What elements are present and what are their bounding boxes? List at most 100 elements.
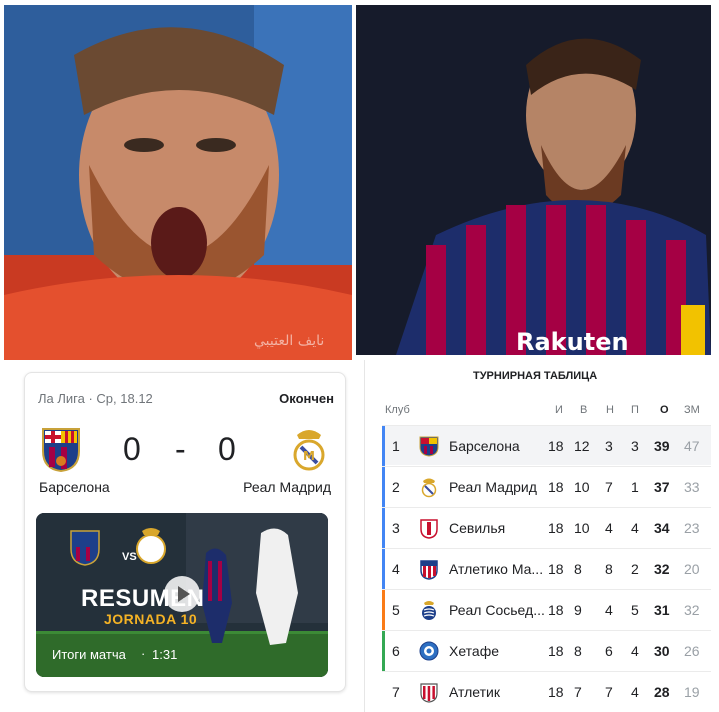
row-lost: 1 xyxy=(631,479,639,495)
video-caption-separator: · xyxy=(141,646,146,661)
row-drawn: 3 xyxy=(605,438,613,454)
standings-row[interactable]: 3 Севилья 18 10 4 4 34 23 xyxy=(382,507,711,548)
photo-right-illustration: Rakuten xyxy=(356,5,711,355)
standings-row[interactable]: 4 Атлетико Ма... 18 8 8 2 32 20 xyxy=(382,548,711,589)
match-header: Ла Лига · Ср, 18.12 Окончен xyxy=(38,391,334,409)
row-lost: 4 xyxy=(631,643,639,659)
row-lost: 4 xyxy=(631,520,639,536)
barcelona-crest-icon xyxy=(419,436,439,457)
row-played: 18 xyxy=(548,520,564,536)
row-position: 2 xyxy=(392,479,400,495)
row-points: 31 xyxy=(654,602,670,618)
standings-row[interactable]: 7 Атлетик 18 7 7 4 28 19 xyxy=(382,671,711,711)
messi-photo-left: نايف العتيبي xyxy=(4,5,352,360)
header-played[interactable]: И xyxy=(555,404,563,416)
row-team: Атлетик xyxy=(449,684,500,700)
shirt-sponsor-text: Rakuten xyxy=(516,328,629,355)
standings-row[interactable]: 6 Хетафе 18 8 6 4 30 26 xyxy=(382,630,711,671)
row-drawn: 7 xyxy=(605,684,613,700)
row-goals: 20 xyxy=(684,561,700,577)
row-position: 7 xyxy=(392,684,400,700)
qualification-bar xyxy=(382,467,385,507)
qualification-bar xyxy=(382,549,385,589)
row-points: 34 xyxy=(654,520,670,536)
sevilla-crest-icon xyxy=(420,519,438,539)
atletico-crest-icon xyxy=(420,560,438,580)
standings-row[interactable]: 2 Реал Мадрид 18 10 7 1 37 33 xyxy=(382,466,711,507)
highlights-video[interactable]: VS RESUMEN JORNADA 10 Итоги матча · 1:31 xyxy=(36,513,328,677)
real-madrid-crest-icon xyxy=(421,478,437,498)
row-position: 3 xyxy=(392,520,400,536)
row-played: 18 xyxy=(548,643,564,659)
row-goals: 19 xyxy=(684,684,700,700)
header-club[interactable]: Клуб xyxy=(385,404,410,416)
row-drawn: 4 xyxy=(605,520,613,536)
standings-title: ТУРНИРНАЯ ТАБЛИЦА xyxy=(473,370,598,382)
score-separator: - xyxy=(175,431,186,467)
header-drawn[interactable]: Н xyxy=(606,404,614,416)
away-team-name[interactable]: Реал Мадрид xyxy=(243,479,331,495)
row-points: 32 xyxy=(654,561,670,577)
row-played: 18 xyxy=(548,684,564,700)
video-duration: 1:31 xyxy=(152,647,178,662)
row-won: 12 xyxy=(574,438,590,454)
standings-row[interactable]: 1 Барселона 18 12 3 3 39 47 xyxy=(382,425,711,466)
league-standings: ТУРНИРНАЯ ТАБЛИЦА Клуб И В Н П О ЗМ 1 Ба… xyxy=(364,360,711,712)
row-won: 9 xyxy=(574,602,582,618)
row-position: 5 xyxy=(392,602,400,618)
video-subtitle: JORNADA 10 xyxy=(104,611,198,627)
qualification-bar xyxy=(382,631,385,671)
photo-left-watermark: نايف العتيبي xyxy=(254,333,324,349)
row-drawn: 7 xyxy=(605,479,613,495)
qualification-bar xyxy=(382,590,385,630)
row-lost: 5 xyxy=(631,602,639,618)
qualification-bar xyxy=(382,426,385,466)
row-won: 8 xyxy=(574,643,582,659)
row-position: 6 xyxy=(392,643,400,659)
barcelona-crest-icon[interactable] xyxy=(39,425,83,473)
row-points: 30 xyxy=(654,643,670,659)
row-team: Реал Мадрид xyxy=(449,479,537,495)
photo-left-illustration: نايف العتيبي xyxy=(4,5,352,360)
row-won: 10 xyxy=(574,479,590,495)
row-position: 1 xyxy=(392,438,400,454)
row-played: 18 xyxy=(548,602,564,618)
row-drawn: 6 xyxy=(605,643,613,659)
header-lost[interactable]: П xyxy=(631,404,639,416)
row-goals: 26 xyxy=(684,643,700,659)
row-lost: 4 xyxy=(631,684,639,700)
away-score: 0 xyxy=(218,431,236,467)
row-played: 18 xyxy=(548,479,564,495)
athletic-crest-icon xyxy=(420,683,438,703)
header-goals[interactable]: ЗМ xyxy=(684,404,700,416)
qualification-bar xyxy=(382,508,385,548)
video-caption: Итоги матча xyxy=(52,647,126,662)
match-result-card[interactable]: Ла Лига · Ср, 18.12 Окончен M 0 - 0 Барс… xyxy=(24,372,346,692)
row-points: 37 xyxy=(654,479,670,495)
getafe-crest-icon xyxy=(419,641,439,661)
svg-text:M: M xyxy=(303,449,315,463)
row-lost: 2 xyxy=(631,561,639,577)
row-team: Барселона xyxy=(449,438,520,454)
real-madrid-crest-icon[interactable]: M xyxy=(287,425,331,473)
real-sociedad-crest-icon xyxy=(422,601,436,620)
row-goals: 32 xyxy=(684,602,700,618)
row-drawn: 8 xyxy=(605,561,613,577)
row-played: 18 xyxy=(548,561,564,577)
header-points[interactable]: О xyxy=(660,404,669,416)
standings-row[interactable]: 5 Реал Сосьед... 18 9 4 5 31 32 xyxy=(382,589,711,630)
home-team-name[interactable]: Барселона xyxy=(39,479,110,495)
messi-photo-right: Rakuten xyxy=(356,5,711,355)
row-lost: 3 xyxy=(631,438,639,454)
play-icon[interactable] xyxy=(164,576,200,612)
row-won: 8 xyxy=(574,561,582,577)
row-points: 28 xyxy=(654,684,670,700)
row-won: 7 xyxy=(574,684,582,700)
row-drawn: 4 xyxy=(605,602,613,618)
home-score: 0 xyxy=(123,431,141,467)
row-goals: 23 xyxy=(684,520,700,536)
row-team: Реал Сосьед... xyxy=(449,602,545,618)
header-won[interactable]: В xyxy=(580,404,587,416)
row-points: 39 xyxy=(654,438,670,454)
competition-date: Ла Лига · Ср, 18.12 xyxy=(38,391,153,406)
